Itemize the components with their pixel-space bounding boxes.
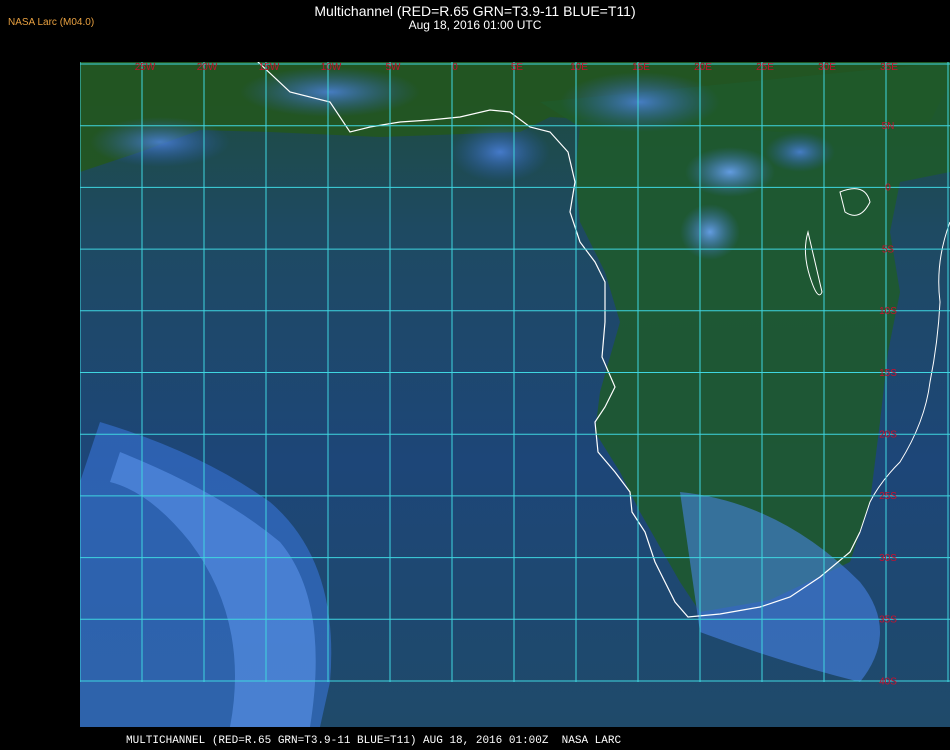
lon-label: 15W (259, 62, 280, 73)
lat-label: 30S (879, 553, 897, 564)
lon-label: 20W (197, 62, 218, 73)
lon-label: 15E (632, 62, 650, 73)
lon-label: 35E (880, 62, 898, 73)
cloud-cluster-7 (450, 122, 550, 182)
lon-label: 25E (756, 62, 774, 73)
satellite-map: 25W 20W 15W 10W 5W 0 5E 10E 15E 20E 25E 30E 35E 5N 0 5S… (80, 62, 950, 727)
image-title: Multichannel (RED=R.65 GRN=T3.9-11 BLUE=… (314, 3, 636, 19)
lon-label: 20E (694, 62, 712, 73)
lat-label: 15S (879, 368, 897, 379)
lat-label: 10S (879, 306, 897, 317)
lon-label: 5W (386, 62, 402, 73)
cloud-cluster-2 (680, 204, 740, 260)
lat-label: 20S (879, 430, 897, 441)
lon-label: 25W (135, 62, 156, 73)
image-datetime: Aug 18, 2016 01:00 UTC (408, 18, 542, 32)
lat-label: 0 (885, 183, 891, 194)
cloud-cluster-5 (240, 67, 420, 117)
lat-label: 25S (879, 491, 897, 502)
lat-label: 5S (882, 244, 895, 255)
lon-label: 30E (818, 62, 836, 73)
lon-label: 10E (570, 62, 588, 73)
cloud-cluster-6 (90, 117, 230, 167)
lon-label: 0 (452, 62, 458, 73)
lat-label: 5N (882, 121, 895, 132)
lat-label: 35S (879, 615, 897, 626)
cloud-cluster-4 (560, 72, 720, 132)
lon-label: 5E (511, 62, 524, 73)
lon-label: 10W (321, 62, 342, 73)
footer-caption: MULTICHANNEL (RED=R.65 GRN=T3.9-11 BLUE=… (126, 735, 622, 747)
lat-label: 40S (879, 676, 897, 687)
